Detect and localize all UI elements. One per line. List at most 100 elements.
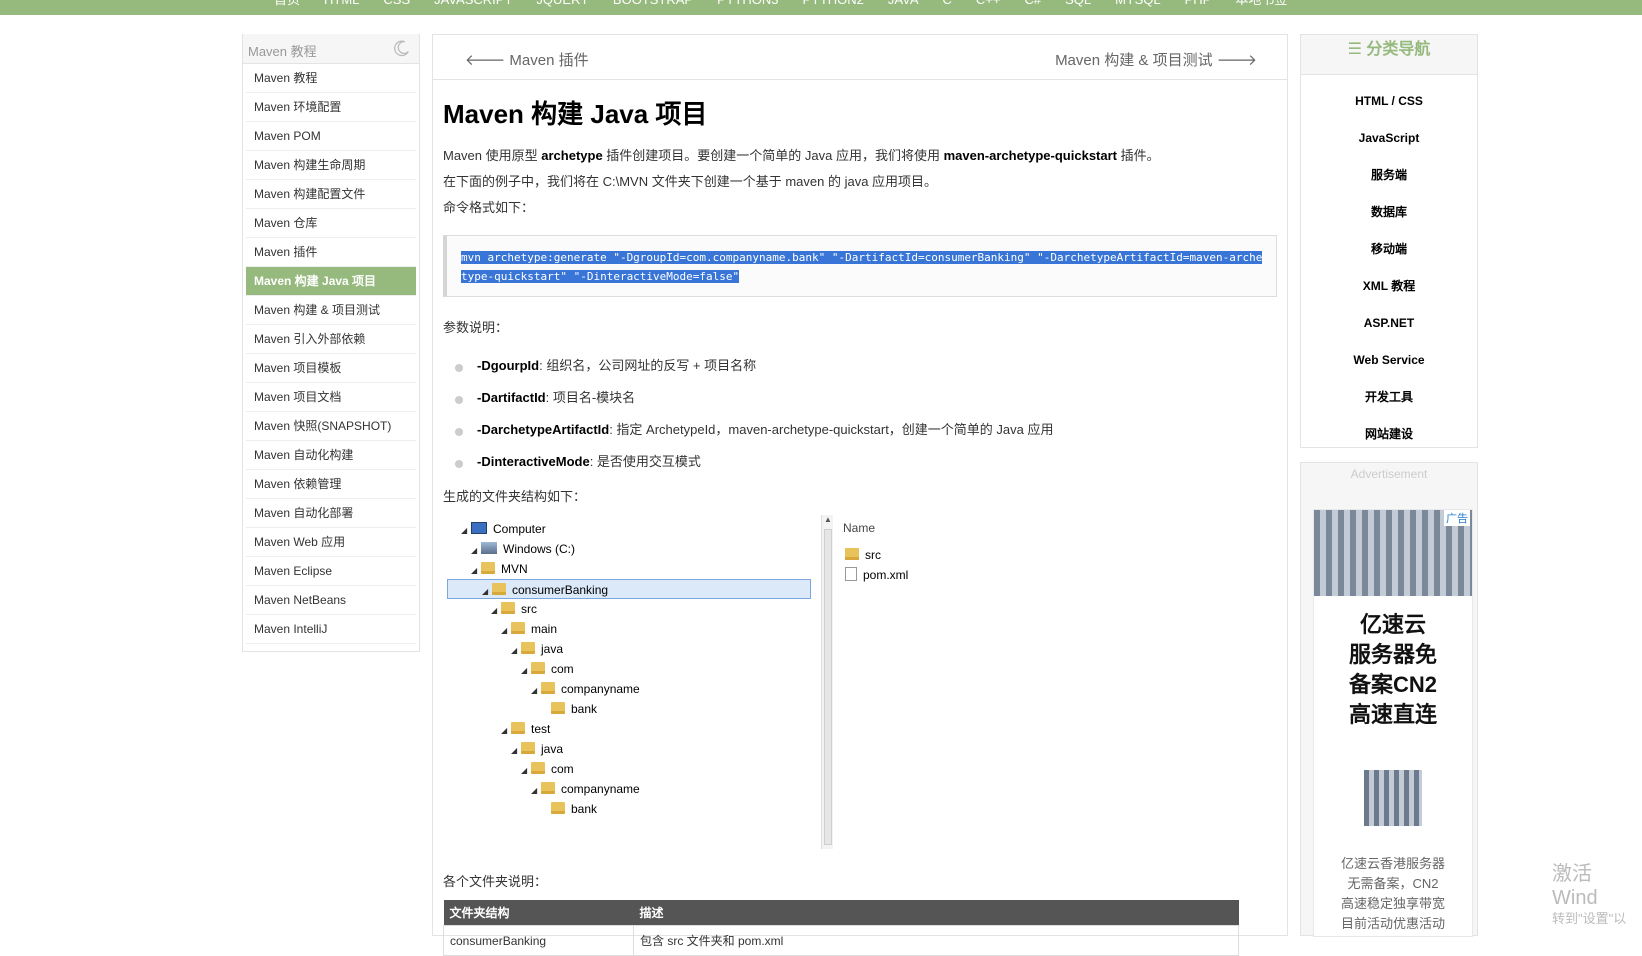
expand-arrow-icon[interactable]: ◢ <box>471 561 481 581</box>
expand-arrow-icon[interactable]: ◢ <box>501 721 511 741</box>
expand-arrow-icon[interactable]: ◢ <box>501 621 511 641</box>
topnav-item[interactable]: PYTHON3 <box>705 0 790 8</box>
sidebar-item[interactable]: Maven 构建 & 项目测试 <box>246 296 416 325</box>
scroll-up-icon[interactable]: ▲ <box>824 515 832 524</box>
topnav-item[interactable]: C++ <box>964 0 1013 8</box>
topnav-item[interactable]: BOOTSTRAP <box>601 0 705 8</box>
topnav-item[interactable]: HTML <box>312 0 371 8</box>
sidebar-item[interactable]: Maven 自动化部署 <box>246 499 416 528</box>
tree-node[interactable]: bank <box>541 699 597 719</box>
sidebar-list: Maven 教程 Maven 环境配置 Maven POM Maven 构建生命周期 M… <box>243 64 419 644</box>
file-item[interactable]: src <box>845 545 1241 565</box>
sidebar-item[interactable]: Maven 教程 <box>246 64 416 93</box>
tree-node[interactable]: ◢ companyname <box>531 779 640 799</box>
topnav-item[interactable]: JAVA <box>876 0 931 8</box>
sidebar-item[interactable]: Maven 项目模板 <box>246 354 416 383</box>
topnav-item[interactable]: JQUERY <box>524 0 601 8</box>
tree-node[interactable]: ◢ main <box>501 619 557 639</box>
expand-arrow-icon[interactable]: ◢ <box>531 781 541 801</box>
next-link[interactable]: Maven 构建 & 项目测试 🡒 <box>1055 49 1257 70</box>
sidebar-item[interactable]: Maven 自动化构建 <box>246 441 416 470</box>
expand-arrow-icon[interactable]: ◢ <box>531 681 541 701</box>
expand-arrow-icon[interactable]: ◢ <box>461 521 471 541</box>
activation-watermark: 激活 Wind 转到"设置"以 <box>1552 862 1642 928</box>
server-rack-image <box>1364 770 1422 826</box>
topnav-item[interactable]: JAVASCRIPT <box>422 0 524 8</box>
sidebar-item[interactable]: Maven 插件 <box>246 238 416 267</box>
tree-node[interactable]: ◢ MVN <box>471 559 528 579</box>
sidebar-item[interactable]: Maven 引入外部依赖 <box>246 325 416 354</box>
expand-arrow-icon[interactable]: ◢ <box>511 641 521 661</box>
sidebar-item[interactable]: Maven 构建生命周期 <box>246 151 416 180</box>
topnav-item[interactable]: PHP <box>1173 0 1224 8</box>
topnav-item[interactable]: 首页 <box>262 0 312 8</box>
topnav-item[interactable]: C# <box>1012 0 1053 8</box>
param-key: -DinteractiveMode <box>477 454 590 469</box>
expand-arrow-icon[interactable]: ◢ <box>511 741 521 761</box>
param-item: -DarchetypeArtifactId: 指定 ArchetypeId，ma… <box>443 414 1277 446</box>
tree-node[interactable]: ◢ companyname <box>531 679 640 699</box>
tree-node[interactable]: ◢ java <box>511 739 563 759</box>
sidebar-item[interactable]: Maven Eclipse <box>246 557 416 586</box>
sidebar-item[interactable]: Maven POM <box>246 122 416 151</box>
tree-node[interactable]: ◢ com <box>521 759 574 779</box>
topnav-item[interactable]: SQL <box>1053 0 1103 8</box>
sidebar-item[interactable]: Maven 环境配置 <box>246 93 416 122</box>
prev-link-label[interactable]: Maven 插件 <box>509 52 588 69</box>
sidebar-item[interactable]: Maven IntelliJ <box>246 615 416 644</box>
tree-node[interactable]: ◢ Windows (C:) <box>471 539 575 559</box>
category-item[interactable]: XML 教程 <box>1301 268 1477 305</box>
sidebar-item[interactable]: Maven NetBeans <box>246 586 416 615</box>
tree-node[interactable]: ◢ src <box>491 599 537 619</box>
topnav-item[interactable]: MYSQL <box>1103 0 1173 8</box>
command-format-label: 命令格式如下： <box>443 200 535 215</box>
folder-icon <box>501 602 515 614</box>
category-item[interactable]: 服务端 <box>1301 157 1477 194</box>
category-item[interactable]: 开发工具 <box>1301 379 1477 416</box>
scroll-thumb[interactable] <box>824 529 832 845</box>
tree-scrollbar[interactable]: ▲ <box>821 515 833 849</box>
tree-node-label: test <box>531 722 551 736</box>
topnav-item[interactable]: 本地书签 <box>1223 0 1299 8</box>
category-item[interactable]: HTML / CSS <box>1301 83 1477 120</box>
ad-tag[interactable]: 广告 <box>1444 510 1470 526</box>
expand-arrow-icon[interactable]: ◢ <box>521 761 531 781</box>
category-item[interactable]: 网站建设 <box>1301 416 1477 453</box>
next-link-label[interactable]: Maven 构建 & 项目测试 <box>1055 52 1213 69</box>
category-item[interactable]: 移动端 <box>1301 231 1477 268</box>
ad-banner[interactable]: 广告 亿速云 服务器免 备案CN2 高速直连 亿速云香港服务器 无需备案，CN2 高速稳定… <box>1313 509 1473 937</box>
sidebar-item[interactable]: Maven 构建 Java 项目 <box>246 267 416 296</box>
tree-node[interactable]: ◢ test <box>501 719 550 739</box>
file-item[interactable]: pom.xml <box>845 565 1241 585</box>
top-navigation: 首页HTMLCSSJAVASCRIPTJQUERYBOOTSTRAPPYTHON… <box>0 0 1642 15</box>
sidebar-item[interactable]: Maven 依赖管理 <box>246 470 416 499</box>
topnav-item[interactable]: PYTHON2 <box>791 0 876 8</box>
file-label: src <box>865 548 881 562</box>
prev-link[interactable]: 🡐 Maven 插件 <box>465 49 589 70</box>
tree-node[interactable]: ◢ java <box>511 639 563 659</box>
sidebar-item[interactable]: Maven 项目文档 <box>246 383 416 412</box>
topnav-item[interactable]: CSS <box>371 0 422 8</box>
topnav-item[interactable]: C <box>931 0 964 8</box>
tree-node[interactable]: ◢ Computer <box>461 519 546 539</box>
category-item[interactable]: ASP.NET <box>1301 305 1477 342</box>
sidebar-item[interactable]: Maven 快照(SNAPSHOT) <box>246 412 416 441</box>
expand-arrow-icon[interactable]: ◢ <box>491 601 501 621</box>
tree-node-label: companyname <box>561 782 640 796</box>
expand-arrow-icon[interactable]: ◢ <box>521 661 531 681</box>
sidebar-item[interactable]: Maven 仓库 <box>246 209 416 238</box>
moon-icon[interactable] <box>393 39 411 57</box>
param-desc: : 指定 ArchetypeId，maven-archetype-quickst… <box>609 422 1054 437</box>
tree-node-label: consumerBanking <box>512 583 609 597</box>
ad-headline-line: 服务器免 <box>1348 642 1437 667</box>
category-item[interactable]: 数据库 <box>1301 194 1477 231</box>
category-item[interactable]: JavaScript <box>1301 120 1477 157</box>
tree-node[interactable]: ◢ consumerBanking <box>447 579 811 599</box>
expand-arrow-icon[interactable]: ◢ <box>471 541 481 561</box>
sidebar-item[interactable]: Maven Web 应用 <box>246 528 416 557</box>
code-block[interactable]: mvn archetype:generate "-DgroupId=com.co… <box>443 235 1277 297</box>
tree-node[interactable]: ◢ com <box>521 659 574 679</box>
category-item[interactable]: Web Service <box>1301 342 1477 379</box>
tree-node[interactable]: bank <box>541 799 597 819</box>
sidebar-item[interactable]: Maven 构建配置文件 <box>246 180 416 209</box>
